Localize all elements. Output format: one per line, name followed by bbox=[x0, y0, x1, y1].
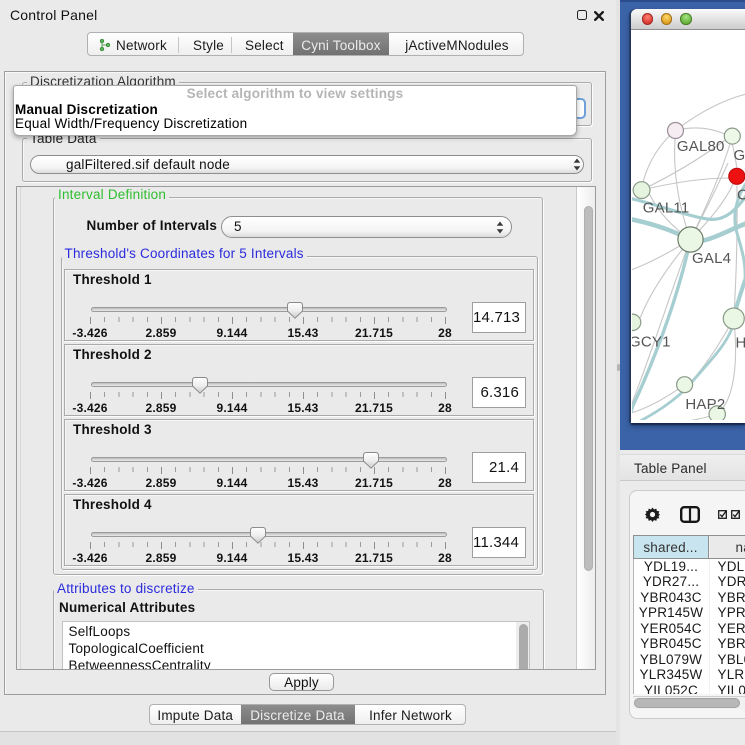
svg-text:GAL11: GAL11 bbox=[643, 199, 690, 216]
svg-text:GAL4: GAL4 bbox=[692, 249, 731, 266]
svg-text:GAL80: GAL80 bbox=[677, 138, 725, 155]
svg-text:H: H bbox=[736, 334, 745, 351]
svg-text:GAL3: GAL3 bbox=[734, 146, 745, 163]
svg-text:C: C bbox=[737, 186, 745, 203]
svg-text:GCY1: GCY1 bbox=[632, 333, 671, 350]
svg-text:HAP2: HAP2 bbox=[685, 395, 725, 412]
